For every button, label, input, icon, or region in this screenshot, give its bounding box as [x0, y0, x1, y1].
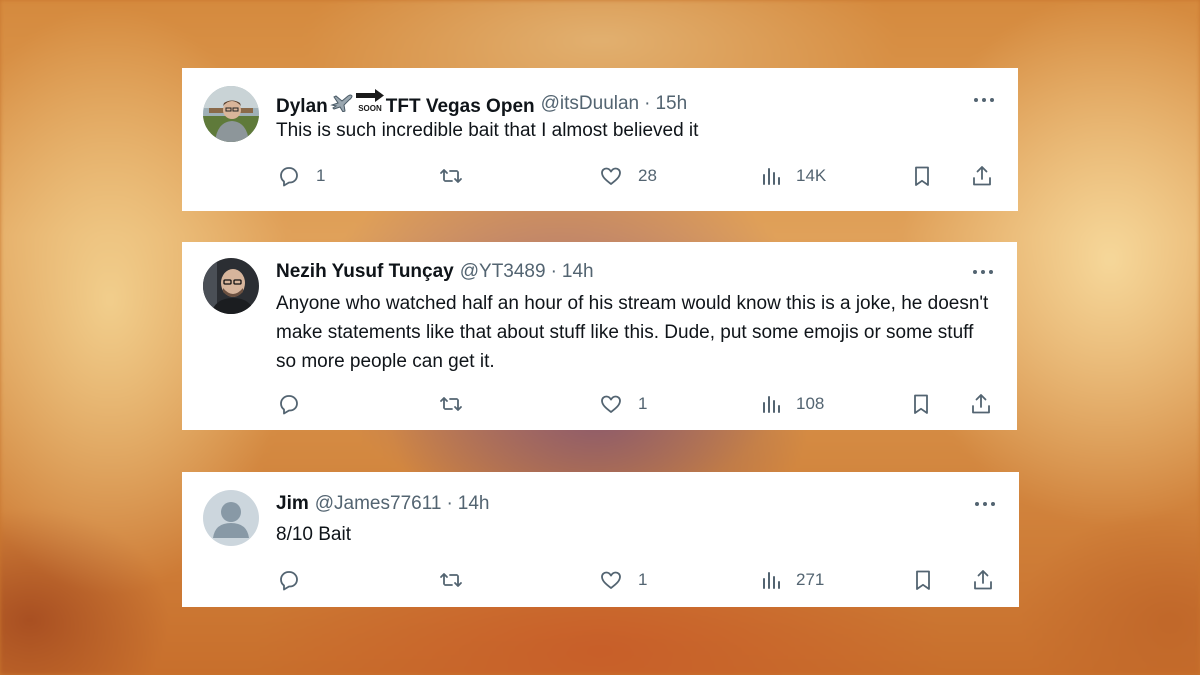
like-button[interactable]: 1: [598, 390, 647, 418]
display-name[interactable]: Jim: [276, 492, 309, 516]
avatar[interactable]: [203, 86, 259, 142]
share-button[interactable]: [970, 162, 994, 190]
reply-button[interactable]: [276, 566, 316, 594]
bookmark-button[interactable]: [910, 162, 934, 190]
display-name-suffix: TFT Vegas Open: [385, 96, 535, 117]
reply-tweet[interactable]: Dylan SOON TFT Vegas Open @itsDuulan · 15h…: [182, 68, 1018, 211]
more-options-button[interactable]: [973, 492, 997, 516]
display-name[interactable]: Dylan SOON TFT Vegas Open: [276, 88, 535, 119]
share-icon: [972, 394, 990, 414]
tweet-text: This is such incredible bait that I almo…: [276, 120, 699, 141]
more-dots-icon: [973, 270, 993, 274]
like-count: 28: [638, 166, 657, 185]
share-icon: [974, 570, 992, 590]
avatar[interactable]: [203, 258, 259, 314]
action-bar: 1 108: [276, 390, 993, 418]
display-name[interactable]: Nezih Yusuf Tunçay: [276, 260, 454, 284]
display-name-prefix: Dylan: [276, 96, 328, 117]
views-icon: [763, 572, 780, 589]
more-dots-icon: [975, 502, 995, 506]
default-avatar[interactable]: [203, 490, 259, 546]
like-button[interactable]: 28: [598, 162, 657, 190]
soon-label: SOON: [358, 104, 382, 112]
separator: ·: [644, 92, 651, 114]
user-handle[interactable]: @James77611: [315, 492, 442, 516]
bookmark-icon: [914, 394, 928, 414]
soon-arrow-icon: SOON: [355, 88, 385, 112]
views-button[interactable]: 14K: [760, 162, 826, 190]
action-bar: 1 28 14K: [276, 162, 994, 190]
retweet-icon: [440, 169, 462, 183]
reply-tweet[interactable]: Jim @James77611 · 14h 8/10 Bait 1 271: [182, 472, 1019, 607]
bookmark-button[interactable]: [909, 390, 933, 418]
separator: ·: [446, 493, 453, 514]
tweet-header: Jim @James77611 · 14h: [276, 492, 489, 516]
share-button[interactable]: [971, 566, 995, 594]
bookmark-icon: [915, 166, 929, 186]
tweet-text: Anyone who watched half an hour of his s…: [276, 293, 989, 372]
reply-icon: [280, 167, 298, 187]
timestamp[interactable]: 15h: [655, 92, 687, 116]
action-bar: 1 271: [276, 566, 995, 594]
reply-count: 1: [316, 166, 326, 185]
heart-icon: [601, 167, 621, 185]
user-handle[interactable]: @YT3489: [460, 260, 546, 284]
share-icon: [973, 166, 991, 186]
view-count: 271: [796, 570, 825, 589]
like-count: 1: [638, 570, 648, 589]
timestamp[interactable]: 14h: [562, 260, 594, 284]
separator: ·: [550, 261, 557, 282]
views-button[interactable]: 108: [760, 390, 824, 418]
like-button[interactable]: 1: [598, 566, 647, 594]
reply-button[interactable]: [276, 390, 316, 418]
retweet-icon: [440, 397, 462, 411]
share-button[interactable]: [969, 390, 993, 418]
tweet-text: 8/10 Bait: [276, 524, 351, 545]
heart-icon: [601, 571, 621, 589]
tweet-header: Nezih Yusuf Tunçay @YT3489 · 14h: [276, 260, 594, 284]
like-count: 1: [638, 394, 648, 413]
retweet-button[interactable]: [438, 162, 478, 190]
views-button[interactable]: 271: [760, 566, 824, 594]
timestamp[interactable]: 14h: [458, 492, 490, 516]
bookmark-button[interactable]: [911, 566, 935, 594]
views-icon: [763, 396, 780, 413]
views-icon: [763, 168, 780, 185]
more-dots-icon: [974, 98, 994, 102]
reply-button[interactable]: 1: [276, 162, 325, 190]
reply-tweet[interactable]: Nezih Yusuf Tunçay @YT3489 · 14h Anyone …: [182, 242, 1017, 430]
tweet-header: Dylan SOON TFT Vegas Open @itsDuulan · 15h: [276, 88, 687, 119]
user-handle[interactable]: @itsDuulan: [541, 92, 640, 116]
airplane-icon: [329, 90, 353, 112]
more-options-button[interactable]: [972, 88, 996, 112]
view-count: 108: [796, 394, 825, 413]
view-count: 14K: [796, 166, 827, 185]
retweet-icon: [440, 573, 462, 587]
more-options-button[interactable]: [971, 260, 995, 284]
heart-icon: [601, 395, 621, 413]
retweet-button[interactable]: [438, 390, 478, 418]
reply-icon: [280, 571, 298, 591]
bookmark-icon: [916, 570, 930, 590]
reply-icon: [280, 395, 298, 415]
retweet-button[interactable]: [438, 566, 478, 594]
